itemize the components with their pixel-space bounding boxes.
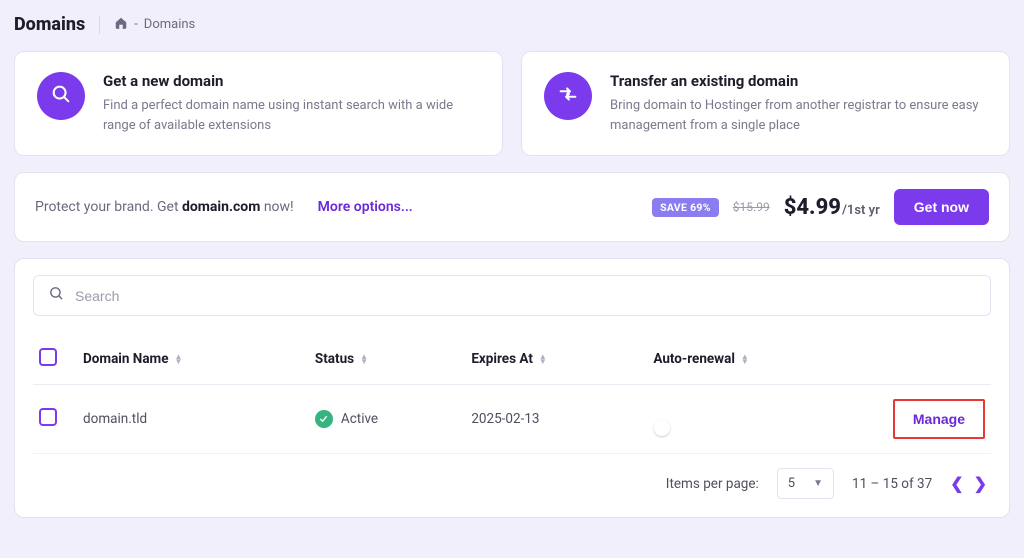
get-domain-desc: Find a perfect domain name using instant… — [103, 96, 480, 135]
more-options-link[interactable]: More options... — [318, 199, 413, 215]
table-row: domain.tld Active 2025-02-13 Manage — [33, 385, 991, 454]
select-all-checkbox[interactable] — [39, 348, 57, 366]
status-active: Active — [315, 410, 378, 428]
page-title: Domains — [14, 14, 85, 35]
transfer-icon — [557, 83, 579, 109]
per-page-label: Items per page: — [666, 476, 759, 492]
price: $4.99 — [784, 195, 841, 220]
search-icon — [50, 83, 72, 109]
cell-expires: 2025-02-13 — [465, 385, 647, 454]
search-field-wrap[interactable] — [33, 275, 991, 316]
promo-text: Protect your brand. Get domain.com now! — [35, 199, 294, 215]
transfer-domain-card[interactable]: Transfer an existing domain Bring domain… — [521, 51, 1010, 156]
sort-icon: ▲▼ — [741, 354, 749, 364]
promo-banner: Protect your brand. Get domain.com now! … — [14, 172, 1010, 242]
per-page-select[interactable]: 5 ▼ — [777, 468, 834, 499]
transfer-title: Transfer an existing domain — [610, 72, 987, 90]
cell-domain-name: domain.tld — [77, 385, 309, 454]
search-input[interactable] — [75, 288, 976, 304]
get-now-button[interactable]: Get now — [894, 189, 989, 225]
transfer-circle — [544, 72, 592, 120]
transfer-desc: Bring domain to Hostinger from another r… — [610, 96, 987, 135]
save-badge: SAVE 69% — [652, 198, 719, 217]
search-circle — [37, 72, 85, 120]
breadcrumb-current: Domains — [144, 17, 195, 32]
domains-table-card: Domain Name▲▼ Status▲▼ Expires At▲▼ Auto… — [14, 258, 1010, 518]
col-domain-name[interactable]: Domain Name▲▼ — [77, 334, 309, 385]
col-autorenewal[interactable]: Auto-renewal▲▼ — [647, 334, 871, 385]
pagination-range: 11 – 15 of 37 — [852, 476, 932, 492]
domains-table: Domain Name▲▼ Status▲▼ Expires At▲▼ Auto… — [33, 334, 991, 454]
price-period: /1st yr — [842, 203, 880, 218]
breadcrumb-sep: - — [134, 17, 138, 32]
get-domain-card[interactable]: Get a new domain Find a perfect domain n… — [14, 51, 503, 156]
header-divider — [99, 16, 100, 34]
breadcrumb[interactable]: - Domains — [114, 16, 195, 34]
col-status[interactable]: Status▲▼ — [309, 334, 465, 385]
table-footer: Items per page: 5 ▼ 11 – 15 of 37 ❮ ❯ — [33, 454, 991, 501]
check-circle-icon — [315, 410, 333, 428]
old-price: $15.99 — [733, 200, 770, 214]
get-domain-title: Get a new domain — [103, 72, 480, 90]
manage-button[interactable]: Manage — [893, 399, 985, 439]
search-icon — [48, 285, 65, 306]
sort-icon: ▲▼ — [360, 354, 368, 364]
row-checkbox[interactable] — [39, 408, 57, 426]
next-page-button[interactable]: ❯ — [974, 476, 987, 492]
prev-page-button[interactable]: ❮ — [950, 476, 963, 492]
sort-icon: ▲▼ — [175, 354, 183, 364]
chevron-down-icon: ▼ — [813, 478, 823, 489]
home-icon[interactable] — [114, 16, 128, 34]
sort-icon: ▲▼ — [539, 354, 547, 364]
col-expires[interactable]: Expires At▲▼ — [465, 334, 647, 385]
